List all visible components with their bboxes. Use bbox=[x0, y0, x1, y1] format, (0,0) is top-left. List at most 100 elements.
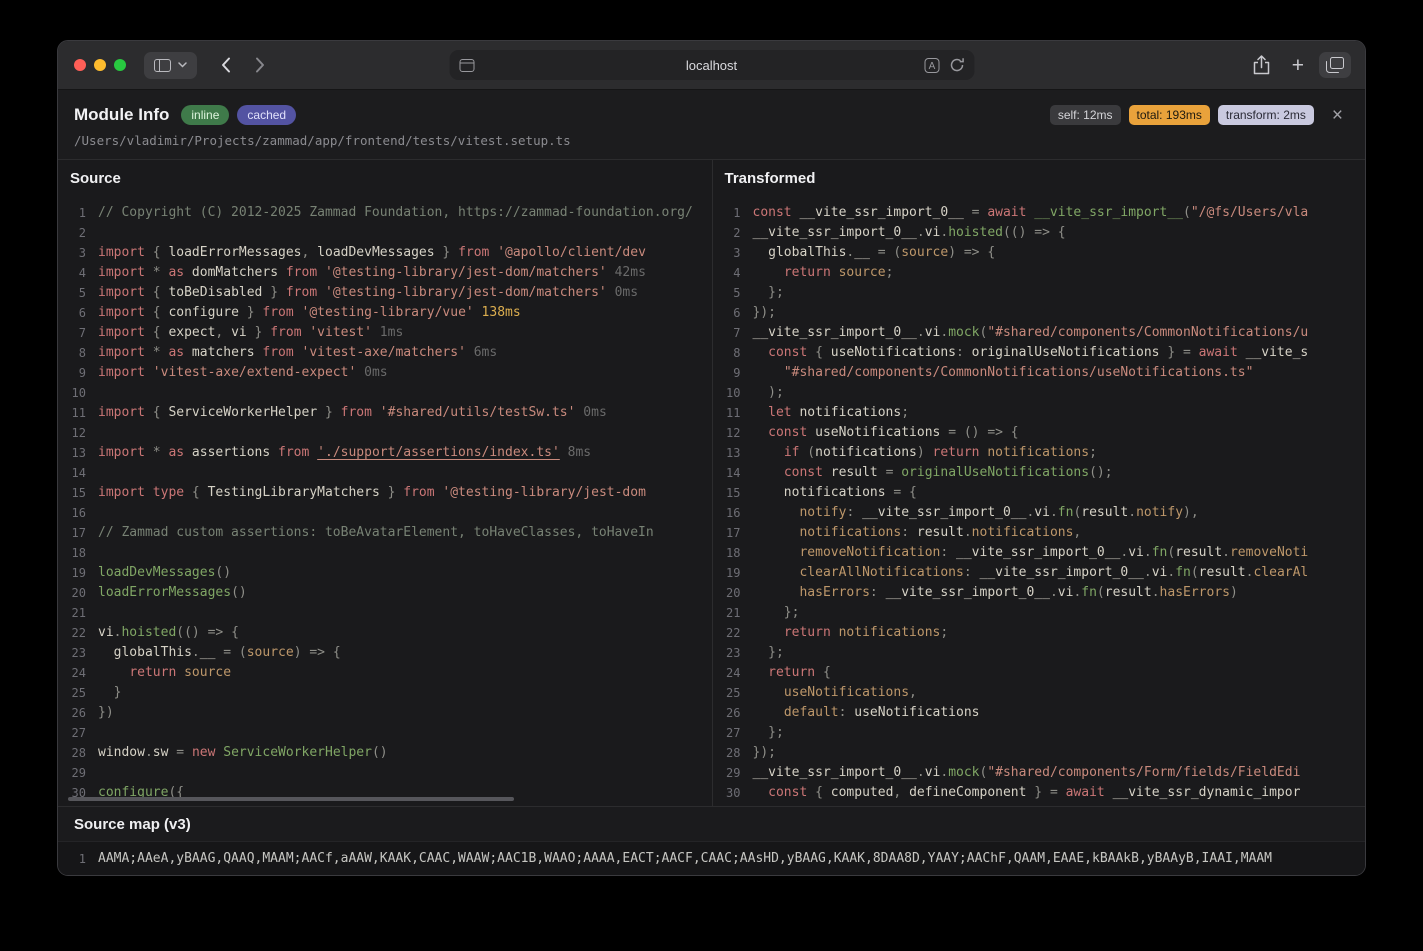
code-token: . bbox=[1143, 545, 1152, 561]
line-number: 18 bbox=[726, 546, 741, 561]
code-token: __vite_ssr_import__ bbox=[1034, 205, 1183, 221]
code-token: "#shared/components/CommonNotifications/… bbox=[783, 365, 1254, 381]
code-token: result bbox=[916, 525, 964, 541]
back-button[interactable] bbox=[219, 55, 233, 75]
code-token: ; bbox=[885, 265, 894, 281]
code-line: 22 vi.hoisted(() => { bbox=[58, 623, 712, 643]
code-token: from bbox=[403, 485, 435, 501]
code-text: ); bbox=[741, 383, 784, 403]
code-line: 26}) bbox=[58, 703, 712, 723]
horizontal-scrollbar[interactable] bbox=[68, 797, 514, 802]
code-token: await bbox=[987, 205, 1027, 221]
line-number: 21 bbox=[726, 606, 741, 621]
code-token: import bbox=[98, 365, 145, 381]
source-code-view[interactable]: 1 // Copyright (C) 2012-2025 Zammad Found… bbox=[58, 196, 712, 806]
code-line: 2 bbox=[58, 223, 712, 243]
code-token: { bbox=[144, 325, 169, 341]
code-token: 'vitest-axe/extend-expect' bbox=[152, 365, 357, 381]
code-token: __vite_ssr_import_0__ bbox=[979, 565, 1144, 581]
code-line: 1 // Copyright (C) 2012-2025 Zammad Found… bbox=[58, 203, 712, 223]
code-token: defineComponent bbox=[909, 785, 1027, 801]
code-token: { bbox=[815, 665, 831, 681]
code-token: const bbox=[783, 465, 823, 481]
code-token: . bbox=[191, 645, 200, 661]
forward-button[interactable] bbox=[253, 55, 267, 75]
code-token: vi bbox=[1151, 565, 1168, 581]
code-token: = ( bbox=[215, 645, 247, 661]
code-token: from bbox=[270, 325, 302, 341]
transformed-panel-title: Transformed bbox=[724, 169, 816, 187]
share-button[interactable] bbox=[1246, 50, 1277, 80]
code-line: 16 notify: __vite_ssr_import_0__.vi.fn(r… bbox=[713, 503, 1366, 523]
zoom-window-button[interactable] bbox=[114, 59, 126, 71]
code-panels: Source 1 // Copyright (C) 2012-2025 Zamma… bbox=[58, 160, 1366, 808]
code-line: 2 __vite_ssr_import_0__.vi.hoisted(() => … bbox=[713, 223, 1366, 243]
code-token: useNotifications bbox=[854, 705, 980, 721]
code-token: originalUseNotifications bbox=[971, 345, 1160, 361]
code-line: 7 __vite_ssr_import_0__.vi.mock("#shared/… bbox=[713, 323, 1366, 343]
code-token: clearAllNotifications bbox=[799, 565, 964, 581]
code-token: 42ms bbox=[606, 265, 646, 281]
close-panel-button[interactable]: × bbox=[1330, 106, 1345, 125]
code-line: 22 return notifications; bbox=[713, 623, 1366, 643]
code-text: import { expect, vi } from 'vitest' 1ms bbox=[86, 323, 403, 343]
code-line: 10 bbox=[58, 383, 712, 403]
code-text: }; bbox=[741, 643, 784, 663]
code-token: from bbox=[262, 345, 294, 361]
code-token: } bbox=[262, 285, 286, 301]
code-token: window bbox=[98, 745, 145, 761]
line-number: 19 bbox=[71, 566, 86, 581]
line-number: 22 bbox=[726, 626, 741, 641]
code-token: if bbox=[783, 445, 800, 461]
tab-overview-button[interactable] bbox=[1319, 52, 1351, 78]
code-token: } bbox=[238, 305, 263, 321]
code-line: 7 import { expect, vi } from 'vitest' 1ms bbox=[58, 323, 712, 343]
sourcemap-code-view[interactable]: 1 AAMA;AAeA,yBAAG,QAAQ,MAAM;AACf,aAAW,KAA… bbox=[58, 849, 1365, 869]
page-title: Module Info bbox=[74, 105, 170, 125]
reload-icon[interactable] bbox=[949, 57, 964, 73]
code-token: { bbox=[144, 285, 169, 301]
new-tab-button[interactable]: + bbox=[1285, 50, 1311, 81]
code-token: }; bbox=[752, 605, 800, 621]
translate-icon[interactable]: A bbox=[924, 57, 939, 73]
line-number: 11 bbox=[71, 406, 86, 421]
line-number: 28 bbox=[71, 746, 86, 761]
file-link[interactable]: './support/assertions/index.ts' bbox=[317, 445, 560, 460]
code-token: () bbox=[215, 565, 232, 581]
code-text: }; bbox=[741, 603, 800, 623]
code-token: . bbox=[1049, 585, 1058, 601]
inline-badge: inline bbox=[181, 105, 230, 126]
transformed-code-view[interactable]: 1 const __vite_ssr_import_0__ = await __v… bbox=[713, 196, 1366, 806]
code-token: }); bbox=[752, 305, 776, 321]
code-text: import type { TestingLibraryMatchers } f… bbox=[86, 483, 646, 503]
close-window-button[interactable] bbox=[74, 59, 86, 71]
code-token: originalUseNotifications bbox=[901, 465, 1090, 481]
code-text: return source; bbox=[741, 263, 894, 283]
code-token: const bbox=[768, 425, 808, 441]
sidebar-toggle-button[interactable] bbox=[144, 51, 197, 79]
code-text: }) bbox=[86, 703, 114, 723]
code-token: : bbox=[963, 565, 980, 581]
code-token: loadErrorMessages bbox=[168, 245, 302, 261]
minimize-window-button[interactable] bbox=[94, 59, 106, 71]
code-text: hasErrors: __vite_ssr_import_0__.vi.fn(r… bbox=[741, 583, 1237, 603]
code-text: }; bbox=[741, 723, 784, 743]
code-line: 11 let notifications; bbox=[713, 403, 1366, 423]
address-bar[interactable]: localhost A bbox=[449, 50, 974, 80]
code-token: // Zammad custom assertions: toBeAvatarE… bbox=[98, 525, 654, 541]
code-line: 4 return source; bbox=[713, 263, 1366, 283]
code-text: notifications: result.notifications, bbox=[741, 523, 1081, 543]
code-line: 4 import * as domMatchers from '@testing-… bbox=[58, 263, 712, 283]
module-info-header: Module Info inline cached self: 12ms tot… bbox=[58, 90, 1365, 161]
line-number: 23 bbox=[71, 646, 86, 661]
